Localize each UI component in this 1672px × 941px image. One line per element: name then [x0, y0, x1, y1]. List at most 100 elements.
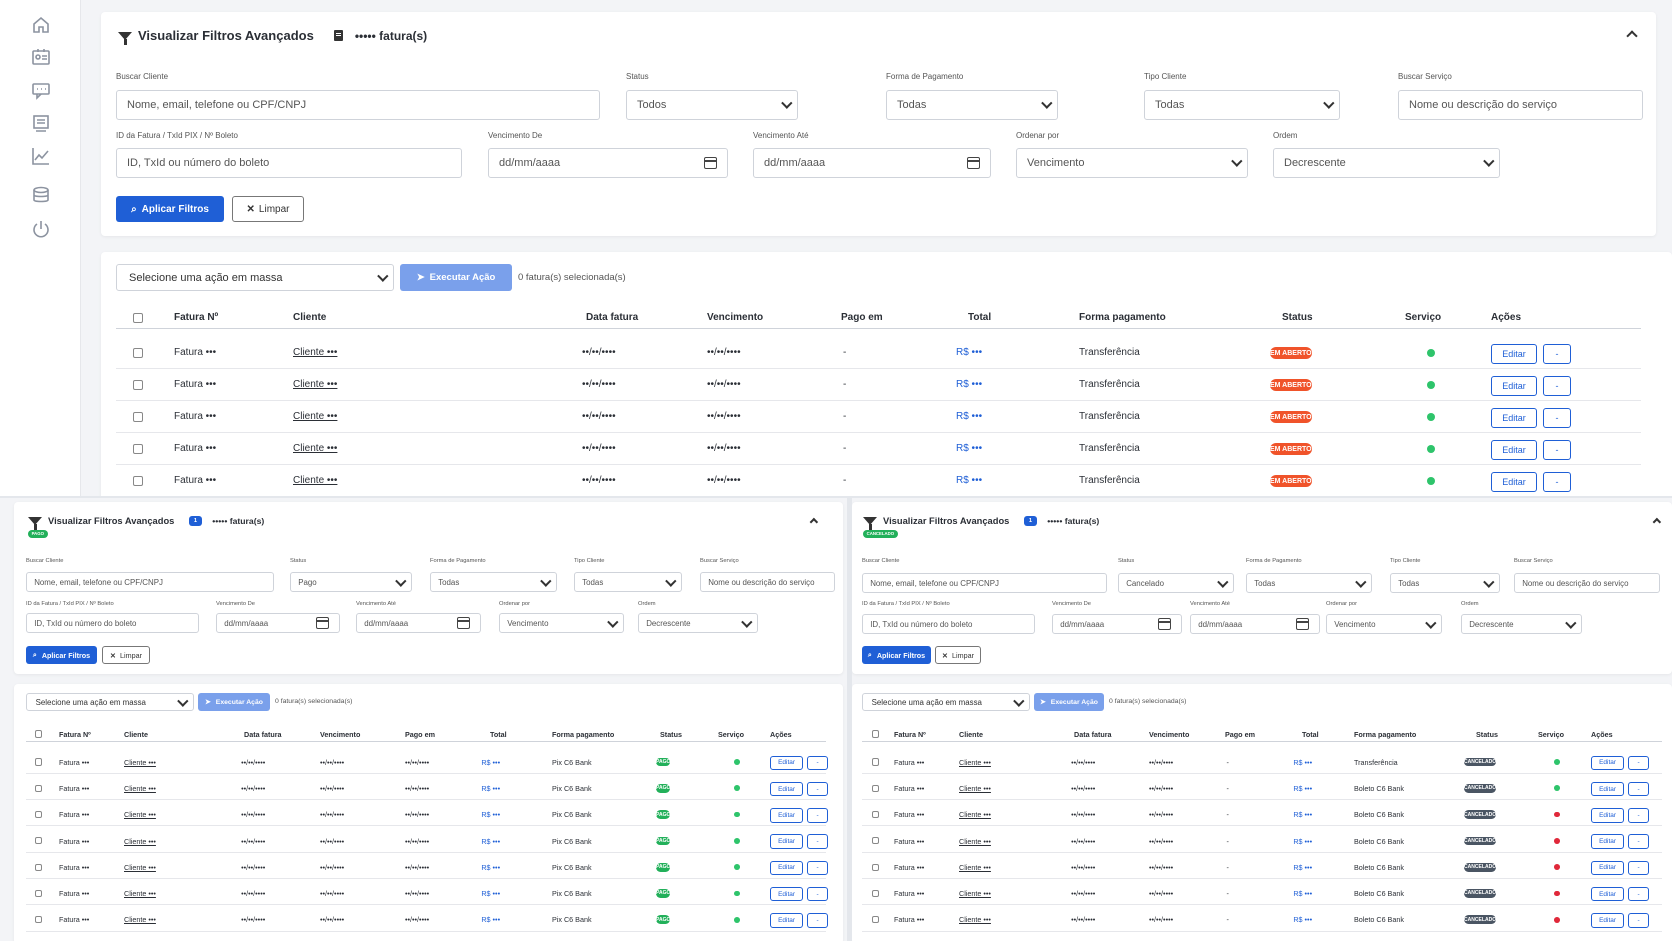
- more-actions-button[interactable]: -: [807, 913, 828, 928]
- edit-button[interactable]: Editar: [1591, 755, 1625, 770]
- id-fatura-input[interactable]: ID, TxId ou número do boleto: [116, 148, 462, 178]
- client-link[interactable]: Cliente •••: [959, 889, 991, 898]
- more-actions-button[interactable]: -: [1543, 472, 1571, 492]
- bulk-action-select[interactable]: Selecione uma ação em massa: [116, 264, 394, 291]
- status-select[interactable]: Pago: [290, 572, 412, 592]
- row-checkbox[interactable]: [35, 837, 43, 845]
- bulk-action-select[interactable]: Selecione uma ação em massa: [862, 693, 1030, 711]
- vencimento-de-input[interactable]: dd/mm/aaaa: [216, 613, 340, 633]
- database-icon[interactable]: [30, 184, 52, 206]
- more-actions-button[interactable]: -: [1628, 755, 1649, 770]
- row-checkbox[interactable]: [872, 889, 880, 898]
- row-checkbox[interactable]: [133, 380, 143, 390]
- row-checkbox[interactable]: [133, 348, 143, 358]
- ordem-select[interactable]: Decrescente: [1461, 614, 1582, 634]
- more-actions-button[interactable]: -: [1628, 913, 1649, 928]
- vencimento-ate-input[interactable]: dd/mm/aaaa: [356, 613, 481, 633]
- more-actions-button[interactable]: -: [807, 834, 828, 849]
- edit-button[interactable]: Editar: [770, 834, 804, 849]
- apply-filters-button[interactable]: ⌕ Aplicar Filtros: [116, 196, 224, 222]
- status-select[interactable]: Cancelado: [1118, 573, 1234, 593]
- ordenar-por-select[interactable]: Vencimento: [1016, 148, 1248, 178]
- vencimento-ate-input[interactable]: dd/mm/aaaa: [1190, 614, 1320, 634]
- edit-button[interactable]: Editar: [1591, 913, 1625, 928]
- clear-filters-button[interactable]: ✕ Limpar: [935, 646, 981, 664]
- buscar-servico-input[interactable]: Nome ou descrição do serviço: [1514, 573, 1660, 593]
- client-link[interactable]: Cliente •••: [959, 784, 991, 793]
- client-link[interactable]: Cliente •••: [959, 863, 991, 872]
- forma-pagamento-select[interactable]: Todas: [430, 572, 557, 592]
- client-link[interactable]: Cliente •••: [124, 810, 156, 819]
- filter-header[interactable]: Visualizar Filtros Avançados ••••• fatura…: [118, 28, 427, 45]
- more-actions-button[interactable]: -: [1543, 408, 1571, 428]
- client-link[interactable]: Cliente •••: [124, 758, 156, 767]
- chat-icon[interactable]: [30, 79, 52, 101]
- calendar-icon[interactable]: [1296, 618, 1309, 630]
- more-actions-button[interactable]: -: [807, 808, 828, 823]
- buscar-cliente-input[interactable]: Nome, email, telefone ou CPF/CNPJ: [26, 572, 274, 592]
- edit-button[interactable]: Editar: [770, 781, 804, 797]
- edit-button[interactable]: Editar: [770, 913, 804, 928]
- more-actions-button[interactable]: -: [1628, 781, 1649, 797]
- edit-button[interactable]: Editar: [1491, 440, 1537, 460]
- chart-line-icon[interactable]: [30, 145, 52, 167]
- more-actions-button[interactable]: -: [1543, 344, 1571, 364]
- edit-button[interactable]: Editar: [1491, 344, 1537, 364]
- more-actions-button[interactable]: -: [807, 781, 828, 797]
- more-actions-button[interactable]: -: [1628, 834, 1649, 849]
- client-link[interactable]: Cliente •••: [124, 915, 156, 924]
- id-card-icon[interactable]: [30, 46, 52, 68]
- edit-button[interactable]: Editar: [1591, 808, 1625, 823]
- power-icon[interactable]: [30, 218, 52, 240]
- clear-filters-button[interactable]: ✕ Limpar: [102, 646, 150, 664]
- buscar-servico-input[interactable]: Nome ou descrição do serviço: [700, 572, 835, 592]
- id-fatura-input[interactable]: ID, TxId ou número do boleto: [862, 614, 1035, 634]
- select-all-checkbox[interactable]: [35, 730, 43, 738]
- row-checkbox[interactable]: [872, 758, 880, 766]
- forma-pagamento-select[interactable]: Todas: [1246, 573, 1372, 593]
- ordenar-por-select[interactable]: Vencimento: [499, 613, 624, 633]
- client-link[interactable]: Cliente •••: [293, 475, 337, 486]
- select-all-checkbox[interactable]: [133, 313, 143, 323]
- more-actions-button[interactable]: -: [1543, 376, 1571, 396]
- apply-filters-button[interactable]: ⌕ Aplicar Filtros: [26, 646, 97, 664]
- invoice-icon[interactable]: [30, 112, 52, 134]
- select-all-checkbox[interactable]: [872, 730, 880, 738]
- more-actions-button[interactable]: -: [807, 887, 828, 902]
- edit-button[interactable]: Editar: [1591, 781, 1625, 797]
- edit-button[interactable]: Editar: [770, 860, 804, 876]
- row-checkbox[interactable]: [872, 863, 880, 871]
- row-checkbox[interactable]: [35, 889, 43, 898]
- calendar-icon[interactable]: [1158, 618, 1171, 630]
- tipo-cliente-select[interactable]: Todas: [574, 572, 682, 592]
- row-checkbox[interactable]: [35, 811, 43, 819]
- more-actions-button[interactable]: -: [807, 860, 828, 876]
- edit-button[interactable]: Editar: [770, 808, 804, 823]
- buscar-cliente-input[interactable]: Nome, email, telefone ou CPF/CNPJ: [116, 90, 600, 120]
- calendar-icon[interactable]: [967, 157, 980, 169]
- bulk-action-select[interactable]: Selecione uma ação em massa: [26, 693, 194, 711]
- client-link[interactable]: Cliente •••: [293, 347, 337, 358]
- client-link[interactable]: Cliente •••: [124, 863, 156, 872]
- forma-pagamento-select[interactable]: Todas: [886, 90, 1058, 120]
- row-checkbox[interactable]: [35, 863, 43, 871]
- clear-filters-button[interactable]: ✕ Limpar: [232, 196, 304, 222]
- client-link[interactable]: Cliente •••: [293, 379, 337, 390]
- id-fatura-input[interactable]: ID, TxId ou número do boleto: [26, 613, 199, 633]
- row-checkbox[interactable]: [133, 412, 143, 422]
- apply-filters-button[interactable]: ⌕ Aplicar Filtros: [862, 646, 931, 664]
- row-checkbox[interactable]: [872, 916, 880, 924]
- vencimento-de-input[interactable]: dd/mm/aaaa: [488, 148, 728, 178]
- edit-button[interactable]: Editar: [1591, 834, 1625, 849]
- execute-action-button[interactable]: ➤ Executar Ação: [400, 264, 512, 291]
- more-actions-button[interactable]: -: [1543, 440, 1571, 460]
- row-checkbox[interactable]: [872, 784, 880, 792]
- row-checkbox[interactable]: [35, 758, 43, 766]
- ordenar-por-select[interactable]: Vencimento: [1326, 614, 1442, 634]
- row-checkbox[interactable]: [35, 784, 43, 792]
- row-checkbox[interactable]: [133, 476, 143, 486]
- edit-button[interactable]: Editar: [770, 755, 804, 770]
- client-link[interactable]: Cliente •••: [959, 810, 991, 819]
- edit-button[interactable]: Editar: [1491, 376, 1537, 396]
- client-link[interactable]: Cliente •••: [124, 837, 156, 846]
